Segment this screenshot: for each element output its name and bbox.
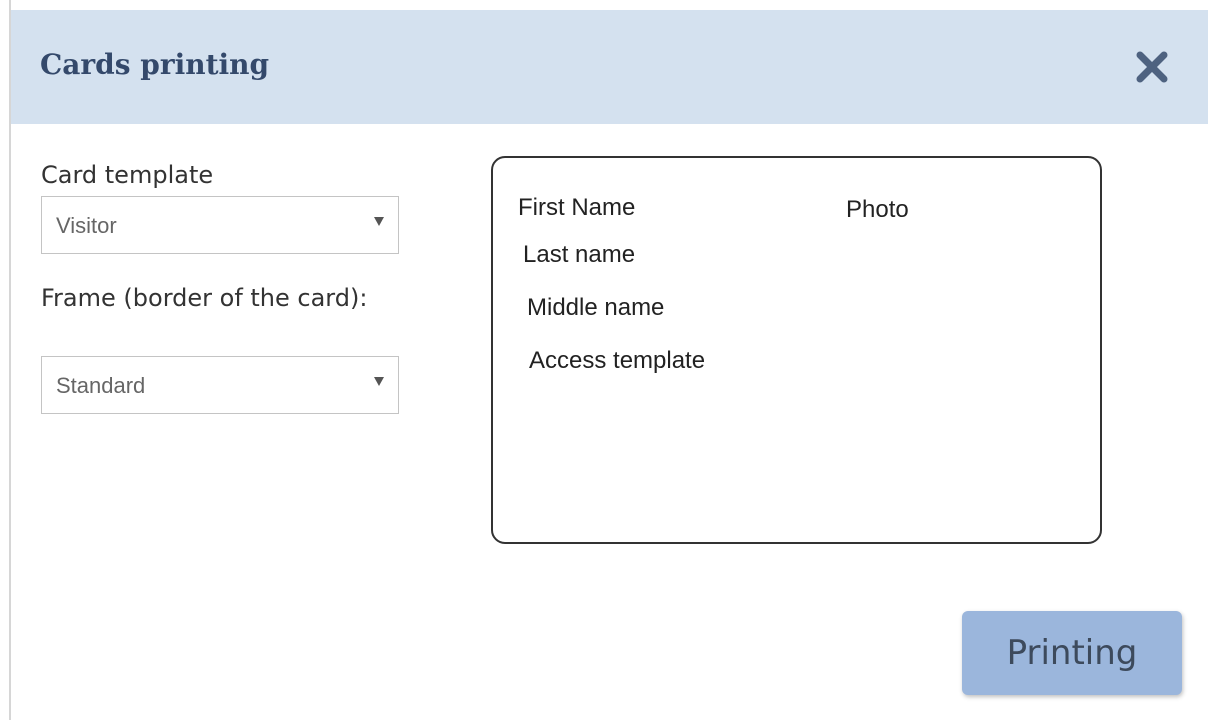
frame-select[interactable]: Standard	[41, 356, 399, 414]
card-field-access-template: Access template	[529, 347, 706, 374]
close-button[interactable]	[1134, 49, 1170, 85]
card-field-middle-name: Middle name	[527, 294, 665, 321]
frame-label: Frame (border of the card):	[41, 284, 368, 312]
card-template-value: Visitor	[56, 213, 117, 238]
cards-printing-dialog: Cards printing Card template Visitor Fra…	[0, 0, 1208, 720]
printing-button[interactable]: Printing	[962, 611, 1182, 695]
close-icon	[1136, 51, 1168, 83]
dialog-title: Cards printing	[40, 48, 270, 81]
chevron-down-icon	[374, 377, 384, 386]
card-template-select[interactable]: Visitor	[41, 196, 399, 254]
frame-value: Standard	[56, 373, 146, 398]
printing-button-label: Printing	[1006, 633, 1138, 673]
dialog-header: Cards printing	[11, 10, 1208, 124]
card-template-label: Card template	[41, 161, 214, 189]
chevron-down-icon	[374, 217, 384, 226]
card-field-last-name: Last name	[523, 241, 636, 268]
card-field-first-name: First Name	[518, 194, 636, 221]
card-field-photo: Photo	[846, 196, 909, 223]
card-preview: First Name Photo Last name Middle name A…	[491, 156, 1102, 544]
